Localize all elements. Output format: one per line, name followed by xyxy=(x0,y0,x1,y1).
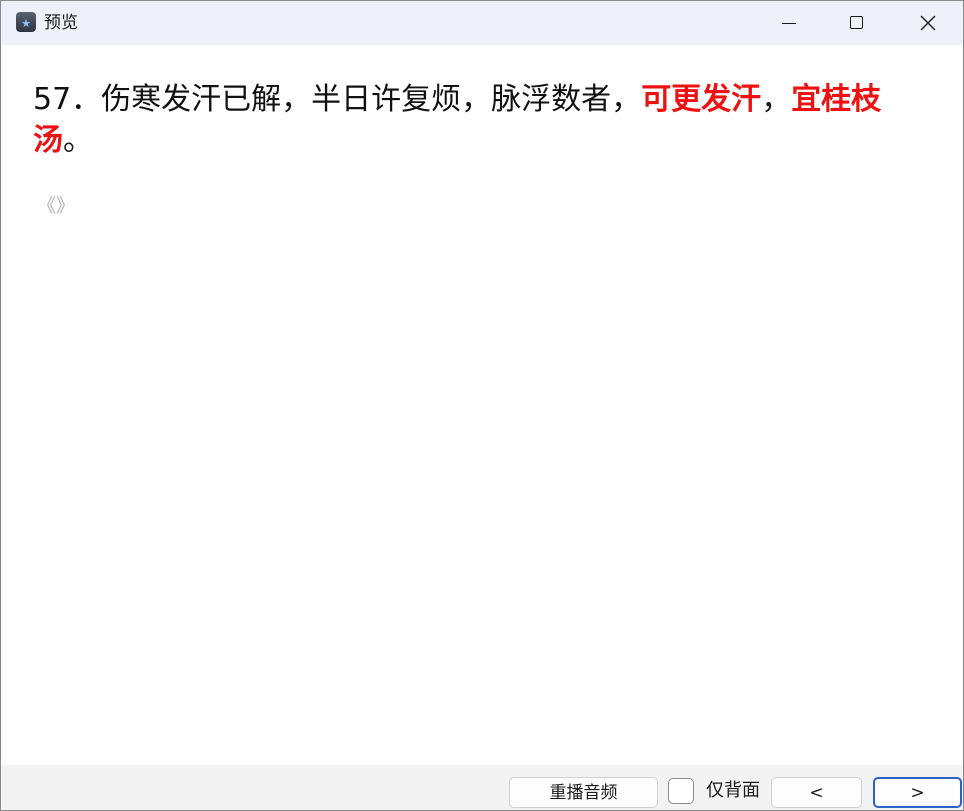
close-icon xyxy=(920,15,936,31)
window-title: 预览 xyxy=(44,13,78,33)
card-text-prefix: 57．伤寒发汗已解，半日许复烦，脉浮数者， xyxy=(33,82,642,117)
back-only-label[interactable]: 仅背面 xyxy=(706,779,760,803)
back-only-checkbox[interactable] xyxy=(668,778,694,804)
minimize-button[interactable] xyxy=(766,1,812,45)
card-answer-1: 可更发汗 xyxy=(641,82,762,117)
card-source: 《》 xyxy=(37,195,76,217)
card-text: 57．伤寒发汗已解，半日许复烦，脉浮数者，可更发汗，宜桂枝汤。 xyxy=(33,79,913,161)
preview-footer: 重播音频 仅背面 < > xyxy=(1,765,963,810)
maximize-button[interactable] xyxy=(834,1,880,45)
next-card-button[interactable]: > xyxy=(873,777,962,808)
previous-card-button[interactable]: < xyxy=(771,777,862,808)
maximize-icon xyxy=(850,16,863,29)
card-text-separator: ， xyxy=(761,82,792,117)
card-text-suffix: 。 xyxy=(63,123,93,158)
title-bar[interactable]: ★ 预览 xyxy=(1,1,963,45)
app-icon: ★ xyxy=(16,12,36,32)
close-button[interactable] xyxy=(905,1,951,45)
preview-window: ★ 预览 57．伤寒发汗已解，半日许复烦，脉浮数者，可更发汗，宜桂枝汤。 《》 … xyxy=(0,0,964,811)
card-preview-area: 57．伤寒发汗已解，半日许复烦，脉浮数者，可更发汗，宜桂枝汤。 《》 xyxy=(1,45,963,765)
replay-audio-button[interactable]: 重播音频 xyxy=(509,777,658,808)
minimize-icon xyxy=(782,23,796,24)
